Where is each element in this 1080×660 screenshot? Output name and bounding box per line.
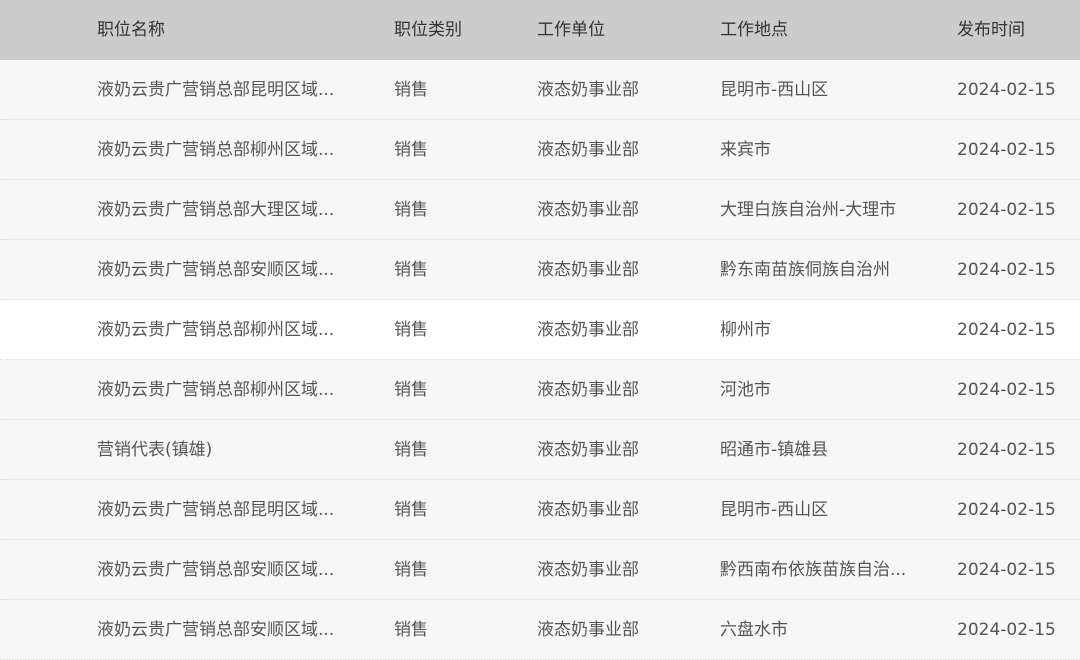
publish-date: 2024-02-15 <box>957 80 1056 100</box>
table-row[interactable]: 液奶云贵广营销总部大理区域... 销售 液态奶事业部 大理白族自治州-大理市 2… <box>0 180 1080 240</box>
job-title-link[interactable]: 液奶云贵广营销总部安顺区域... <box>97 240 367 300</box>
job-category: 销售 <box>394 620 428 640</box>
publish-date: 2024-02-15 <box>957 440 1056 460</box>
publish-date: 2024-02-15 <box>957 380 1056 400</box>
work-location: 来宾市 <box>720 140 771 160</box>
publish-date: 2024-02-15 <box>957 320 1056 340</box>
table-row[interactable]: 液奶云贵广营销总部安顺区域... 销售 液态奶事业部 六盘水市 2024-02-… <box>0 600 1080 660</box>
job-title-link[interactable]: 液奶云贵广营销总部昆明区域... <box>97 480 367 540</box>
work-unit: 液态奶事业部 <box>537 140 639 160</box>
header-job-category[interactable]: 职位类别 <box>394 0 514 60</box>
work-unit: 液态奶事业部 <box>537 380 639 400</box>
work-location: 黔西南布依族苗族自治... <box>720 560 907 580</box>
publish-date: 2024-02-15 <box>957 620 1056 640</box>
table-row[interactable]: 营销代表(镇雄) 销售 液态奶事业部 昭通市-镇雄县 2024-02-15 <box>0 420 1080 480</box>
publish-date: 2024-02-15 <box>957 200 1056 220</box>
job-title-link[interactable]: 液奶云贵广营销总部柳州区域... <box>97 120 367 180</box>
work-unit: 液态奶事业部 <box>537 80 639 100</box>
job-title-link[interactable]: 液奶云贵广营销总部昆明区域... <box>97 60 367 120</box>
job-table: 职位名称 职位类别 工作单位 工作地点 发布时间 液奶云贵广营销总部昆明区域..… <box>0 0 1080 660</box>
work-unit: 液态奶事业部 <box>537 260 639 280</box>
publish-date: 2024-02-15 <box>957 500 1056 520</box>
header-work-location[interactable]: 工作地点 <box>720 0 940 60</box>
job-title-link[interactable]: 液奶云贵广营销总部大理区域... <box>97 180 367 240</box>
work-location: 昆明市-西山区 <box>720 500 829 520</box>
table-row[interactable]: 液奶云贵广营销总部柳州区域... 销售 液态奶事业部 河池市 2024-02-1… <box>0 360 1080 420</box>
work-location: 昭通市-镇雄县 <box>720 440 829 460</box>
work-unit: 液态奶事业部 <box>537 620 639 640</box>
job-category: 销售 <box>394 140 428 160</box>
job-category: 销售 <box>394 320 428 340</box>
publish-date: 2024-02-15 <box>957 260 1056 280</box>
job-category: 销售 <box>394 380 428 400</box>
header-publish-date[interactable]: 发布时间 <box>957 0 1077 60</box>
work-location: 黔东南苗族侗族自治州 <box>720 260 890 280</box>
table-row[interactable]: 液奶云贵广营销总部柳州区域... 销售 液态奶事业部 柳州市 2024-02-1… <box>0 300 1080 360</box>
work-unit: 液态奶事业部 <box>537 320 639 340</box>
table-row[interactable]: 液奶云贵广营销总部安顺区域... 销售 液态奶事业部 黔西南布依族苗族自治...… <box>0 540 1080 600</box>
job-category: 销售 <box>394 260 428 280</box>
header-work-unit[interactable]: 工作单位 <box>537 0 697 60</box>
publish-date: 2024-02-15 <box>957 140 1056 160</box>
table-header: 职位名称 职位类别 工作单位 工作地点 发布时间 <box>0 0 1080 60</box>
job-category: 销售 <box>394 80 428 100</box>
header-job-title[interactable]: 职位名称 <box>97 0 367 60</box>
table-row[interactable]: 液奶云贵广营销总部昆明区域... 销售 液态奶事业部 昆明市-西山区 2024-… <box>0 480 1080 540</box>
job-title-link[interactable]: 液奶云贵广营销总部安顺区域... <box>97 600 367 660</box>
work-unit: 液态奶事业部 <box>537 560 639 580</box>
publish-date: 2024-02-15 <box>957 560 1056 580</box>
job-title-link[interactable]: 液奶云贵广营销总部柳州区域... <box>97 300 367 360</box>
work-location: 河池市 <box>720 380 771 400</box>
work-location: 昆明市-西山区 <box>720 80 829 100</box>
table-row[interactable]: 液奶云贵广营销总部安顺区域... 销售 液态奶事业部 黔东南苗族侗族自治州 20… <box>0 240 1080 300</box>
work-location: 大理白族自治州-大理市 <box>720 200 897 220</box>
table-row[interactable]: 液奶云贵广营销总部昆明区域... 销售 液态奶事业部 昆明市-西山区 2024-… <box>0 60 1080 120</box>
table-row[interactable]: 液奶云贵广营销总部柳州区域... 销售 液态奶事业部 来宾市 2024-02-1… <box>0 120 1080 180</box>
job-title-link[interactable]: 液奶云贵广营销总部柳州区域... <box>97 360 367 420</box>
job-title-link[interactable]: 液奶云贵广营销总部安顺区域... <box>97 540 367 600</box>
work-unit: 液态奶事业部 <box>537 200 639 220</box>
work-location: 六盘水市 <box>720 620 788 640</box>
job-category: 销售 <box>394 500 428 520</box>
work-unit: 液态奶事业部 <box>537 440 639 460</box>
job-title-link[interactable]: 营销代表(镇雄) <box>97 420 367 480</box>
work-unit: 液态奶事业部 <box>537 500 639 520</box>
job-category: 销售 <box>394 200 428 220</box>
work-location: 柳州市 <box>720 320 771 340</box>
job-category: 销售 <box>394 440 428 460</box>
job-category: 销售 <box>394 560 428 580</box>
